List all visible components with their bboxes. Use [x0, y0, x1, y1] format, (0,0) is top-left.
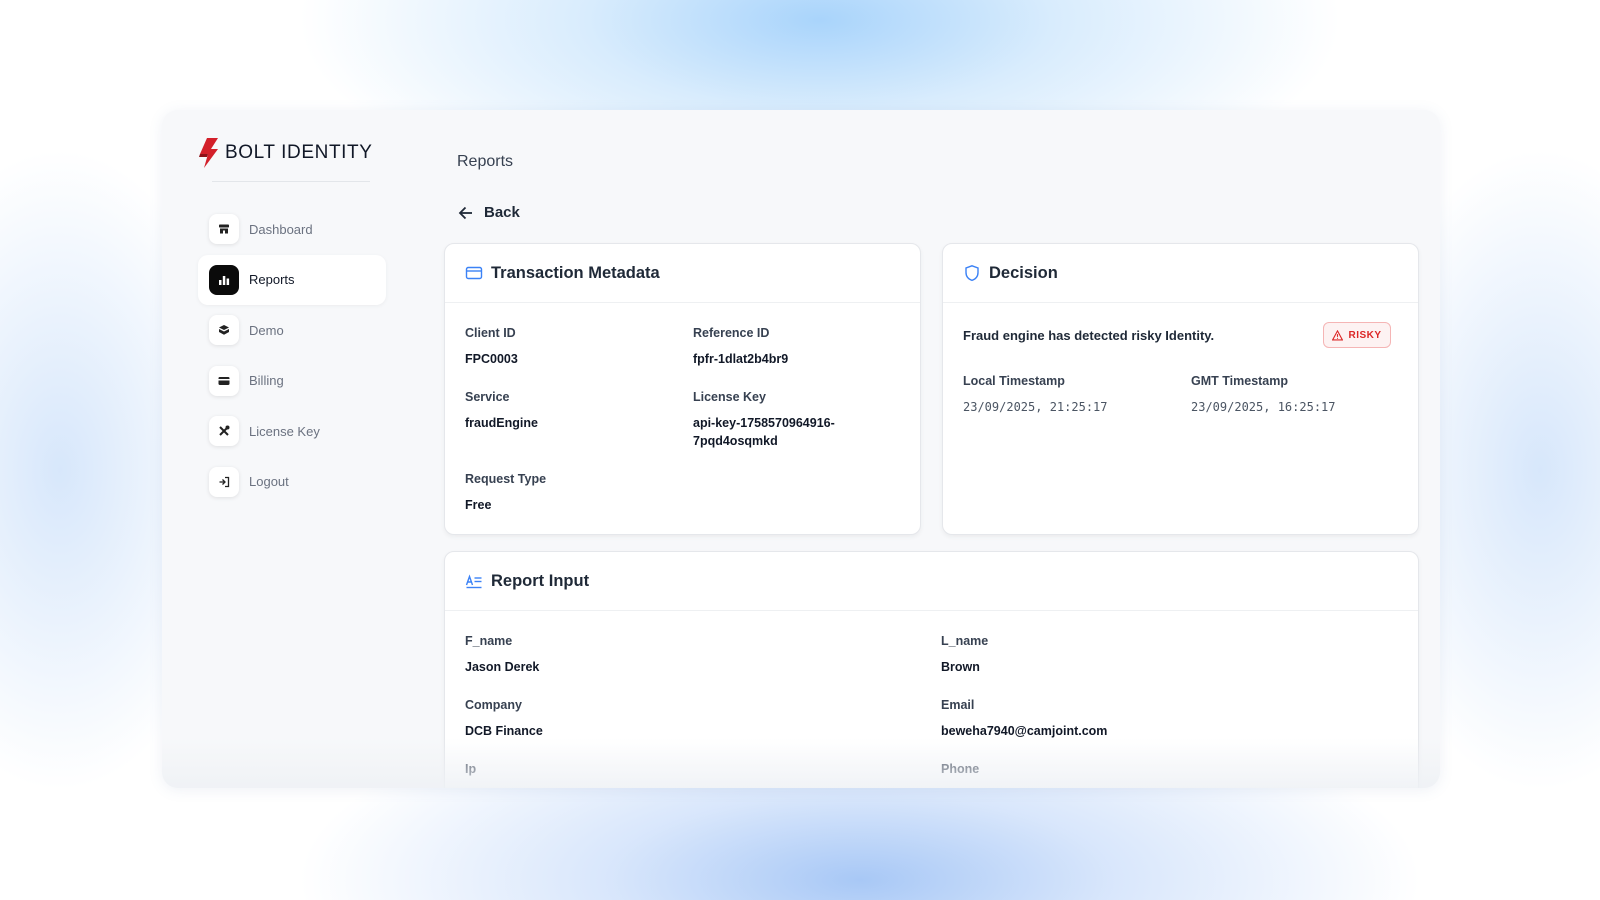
ip-field: Ip [465, 762, 476, 786]
local-timestamp-value: 23/09/2025, 21:25:17 [963, 400, 1108, 414]
license-key-value-line1: api-key-1758570964916- [693, 416, 835, 430]
sidebar-nav: Dashboard Reports Demo Billing License K… [198, 204, 386, 507]
risk-badge-label: RISKY [1348, 329, 1382, 341]
sidebar-divider [212, 181, 370, 182]
field-label: Ip [465, 762, 477, 776]
request-type-value: Free [465, 498, 492, 512]
card-header: Decision [943, 244, 1418, 303]
brand-name: BOLT IDENTITY [225, 142, 373, 163]
sidebar-item-demo[interactable]: Demo [198, 305, 386, 355]
field-label: Phone [941, 762, 980, 776]
page-title: Reports [457, 153, 514, 170]
field-label: License Key [693, 390, 766, 404]
license-key-field: License Key api-key-1758570964916- 7pqd4… [693, 390, 835, 450]
sidebar-item-label: License Key [249, 423, 320, 439]
logout-icon [209, 466, 239, 497]
card-title: Decision [989, 263, 1058, 282]
shield-icon [965, 265, 979, 282]
request-type-field: Request Type Free [465, 472, 546, 514]
gmt-timestamp-value: 23/09/2025, 16:25:17 [1191, 400, 1336, 414]
sidebar-item-label: Reports [249, 272, 295, 287]
field-label: Service [465, 390, 510, 404]
credit-card-icon [465, 266, 483, 280]
client-id-value: FPC0003 [465, 352, 518, 366]
app-window: BOLT IDENTITY Dashboard Reports Demo Bil… [162, 110, 1440, 788]
sidebar-item-reports[interactable]: Reports [198, 254, 386, 305]
license-key-value-line2: 7pqd4osqmkd [693, 434, 778, 448]
risk-status-badge: RISKY [1323, 322, 1391, 348]
sidebar-item-label: Logout [249, 474, 289, 489]
field-label: GMT Timestamp [1191, 374, 1289, 388]
reference-id-field: Reference ID fpfr-1dlat2b4br9 [693, 326, 788, 368]
credit-card-icon [209, 365, 239, 396]
tools-icon [209, 416, 239, 446]
card-header: Report Input [445, 552, 1418, 611]
field-label: Client ID [465, 326, 516, 340]
decision-message: Fraud engine has detected risky Identity… [963, 328, 1215, 343]
store-icon [209, 214, 239, 244]
card-header: Transaction Metadata [445, 244, 920, 303]
sidebar-item-label: Billing [249, 373, 284, 388]
report-input-card: Report Input F_name Jason Derek L_name B… [444, 551, 1419, 788]
first-name-field: F_name Jason Derek [465, 634, 539, 676]
field-label: Request Type [465, 472, 547, 486]
service-value: fraudEngine [465, 416, 538, 430]
back-button[interactable]: Back [458, 204, 520, 221]
email-value: beweha7940@camjoint.com [941, 724, 1108, 738]
company-value: DCB Finance [465, 724, 543, 738]
sidebar-item-dashboard[interactable]: Dashboard [198, 204, 386, 254]
cube-icon [209, 315, 239, 345]
field-label: Reference ID [693, 326, 770, 340]
first-name-value: Jason Derek [465, 660, 540, 674]
service-field: Service fraudEngine [465, 390, 538, 432]
company-field: Company DCB Finance [465, 698, 543, 740]
transaction-metadata-card: Transaction Metadata Client ID FPC0003 R… [444, 243, 921, 535]
sidebar-item-logout[interactable]: Logout [198, 457, 386, 507]
sidebar-item-label: Dashboard [249, 221, 313, 237]
field-label: Local Timestamp [963, 374, 1065, 388]
warning-icon [1332, 329, 1344, 340]
phone-field: Phone [941, 762, 979, 786]
last-name-field: L_name Brown [941, 634, 988, 676]
client-id-field: Client ID FPC0003 [465, 326, 518, 368]
field-label: Company [465, 698, 522, 712]
sidebar-item-billing[interactable]: Billing [198, 356, 386, 406]
gmt-timestamp-field: GMT Timestamp 23/09/2025, 16:25:17 [1191, 374, 1336, 416]
bar-chart-icon [209, 264, 239, 295]
decision-card: Decision Fraud engine has detected risky… [942, 243, 1419, 535]
field-label: Email [941, 698, 975, 712]
reference-id-value: fpfr-1dlat2b4br9 [693, 352, 789, 366]
text-format-icon [465, 574, 482, 589]
sidebar-item-license-key[interactable]: License Key [198, 406, 386, 456]
sidebar-item-label: Demo [249, 322, 284, 338]
card-title: Transaction Metadata [491, 263, 660, 282]
card-title: Report Input [491, 571, 590, 590]
last-name-value: Brown [941, 660, 980, 674]
local-timestamp-field: Local Timestamp 23/09/2025, 21:25:17 [963, 374, 1108, 416]
field-label: L_name [941, 634, 989, 648]
email-field: Email beweha7940@camjoint.com [941, 698, 1107, 740]
field-label: F_name [465, 634, 513, 648]
arrow-left-icon [458, 206, 472, 219]
back-label: Back [484, 204, 520, 221]
bolt-logo-icon [199, 138, 218, 168]
brand-logo[interactable]: BOLT IDENTITY [198, 138, 373, 168]
